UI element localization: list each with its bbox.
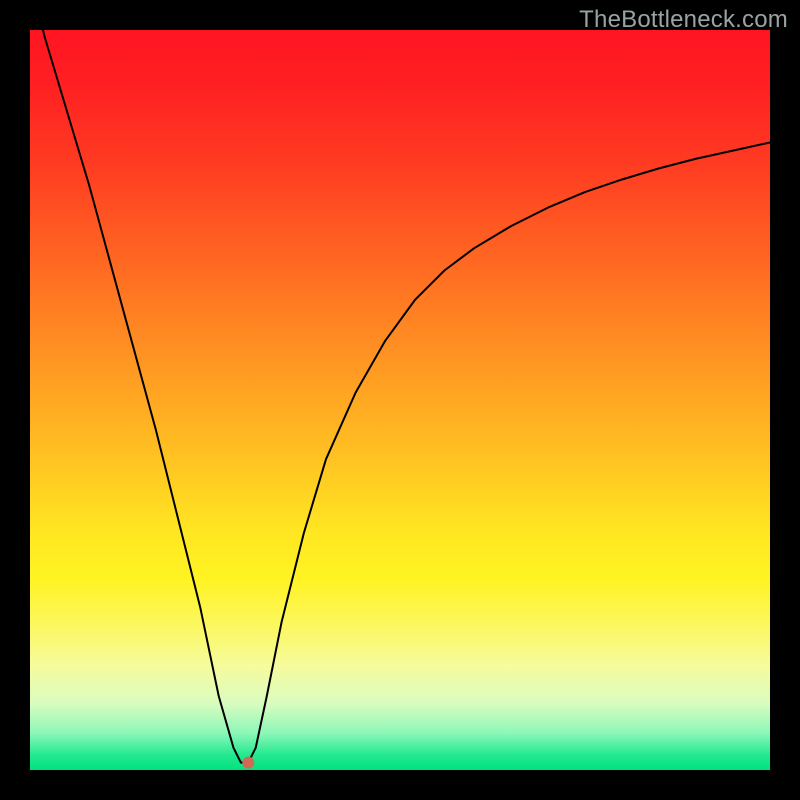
curve-svg: [30, 30, 770, 770]
chart-frame: TheBottleneck.com: [0, 0, 800, 800]
plot-area: [30, 30, 770, 770]
watermark-label: TheBottleneck.com: [579, 6, 788, 34]
bottleneck-curve: [30, 0, 770, 763]
minimum-marker: [242, 757, 254, 769]
